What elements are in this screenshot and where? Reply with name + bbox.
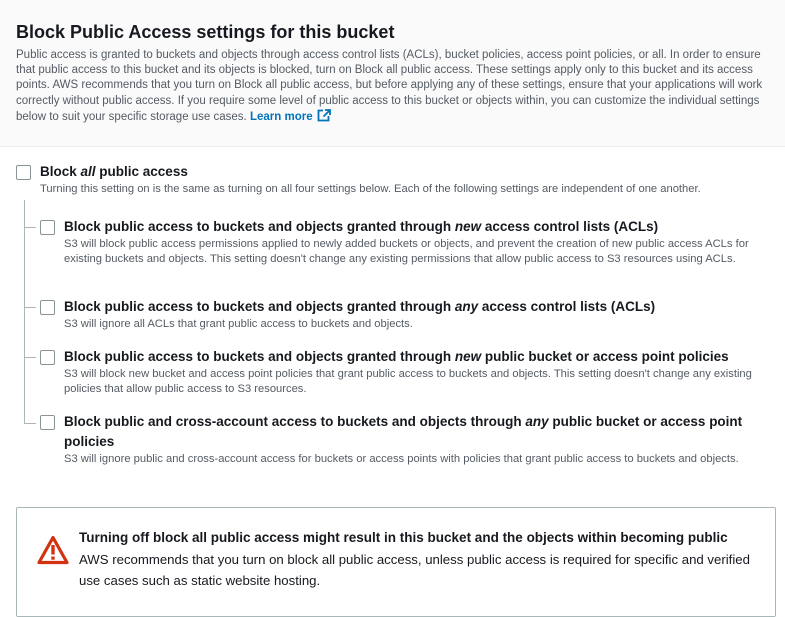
block-new-policies-description: S3 will block new bucket and access poin… (64, 368, 752, 395)
tree-branch (24, 423, 36, 424)
section-description: Public access is granted to buckets and … (16, 48, 776, 127)
tree-branch (24, 307, 36, 308)
block-any-policies-description: S3 will ignore public and cross-account … (64, 453, 739, 465)
section-header: Block Public Access settings for this bu… (0, 0, 785, 147)
block-all-label: Block all public access (40, 164, 188, 179)
alert-title: Turning off block all public access migh… (79, 530, 728, 545)
block-new-acls-description: S3 will block public access permissions … (64, 238, 749, 265)
external-link-icon (317, 108, 331, 127)
block-new-policies-label: Block public access to buckets and objec… (64, 349, 729, 364)
tree-branch (24, 357, 36, 358)
block-new-policies-checkbox[interactable] (40, 350, 55, 365)
tree-branch (24, 227, 36, 228)
block-any-policies-label-line2: policies (64, 434, 115, 449)
block-new-acls-checkbox[interactable] (40, 220, 55, 235)
tree-connector (24, 200, 25, 424)
section-title: Block Public Access settings for this bu… (16, 22, 395, 42)
warning-alert: Turning off block all public access migh… (16, 507, 776, 617)
block-new-acls-label: Block public access to buckets and objec… (64, 219, 659, 234)
block-any-policies-label: Block public and cross-account access to… (64, 414, 743, 429)
learn-more-link[interactable]: Learn more (249, 108, 331, 123)
block-any-acls-description: S3 will ignore all ACLs that grant publi… (64, 318, 413, 330)
block-any-acls-checkbox[interactable] (40, 300, 55, 315)
learn-more-label: Learn more (249, 110, 313, 123)
block-any-acls-label: Block public access to buckets and objec… (64, 299, 656, 314)
warning-icon (37, 535, 69, 570)
block-any-policies-checkbox[interactable] (40, 415, 55, 430)
block-all-checkbox[interactable] (16, 165, 31, 180)
block-all-description: Turning this setting on is the same as t… (40, 183, 701, 195)
section-description-text: Public access is granted to buckets and … (16, 49, 763, 123)
alert-text: AWS recommends that you turn on block al… (79, 552, 750, 588)
